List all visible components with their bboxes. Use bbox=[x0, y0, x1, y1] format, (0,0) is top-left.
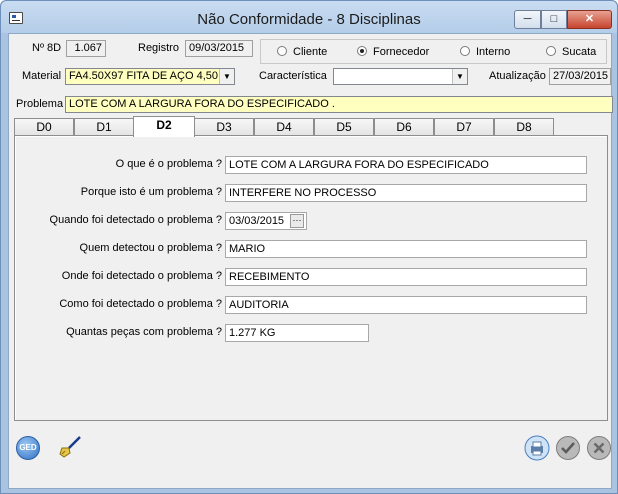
tab-d7[interactable]: D7 bbox=[434, 118, 494, 136]
problema-field[interactable]: LOTE COM A LARGURA FORA DO ESPECIFICADO … bbox=[65, 96, 613, 113]
material-dropdown-icon[interactable]: ▼ bbox=[219, 69, 234, 84]
ged-button[interactable]: GED bbox=[16, 436, 40, 460]
question-where: Onde foi detectado o problema ? bbox=[61, 270, 222, 282]
question-how: Como foi detectado o problema ? bbox=[59, 298, 222, 310]
question-how-many: Quantas peças com problema ? bbox=[66, 326, 222, 338]
answer-how-field[interactable]: AUDITORIA bbox=[225, 296, 587, 314]
caracteristica-select[interactable]: ▼ bbox=[333, 68, 468, 85]
n8d-field: 1.067 bbox=[66, 40, 106, 57]
radio-fornecedor-icon bbox=[357, 46, 367, 56]
brush-icon bbox=[59, 436, 81, 458]
answer-why-field[interactable]: INTERFERE NO PROCESSO bbox=[225, 184, 587, 202]
radio-sucata-icon bbox=[546, 46, 556, 56]
radio-fornecedor[interactable]: Fornecedor bbox=[357, 46, 429, 58]
brush-button[interactable] bbox=[56, 434, 84, 460]
radio-interno-label: Interno bbox=[476, 46, 511, 58]
atualizacao-label: Atualização bbox=[489, 70, 546, 82]
origin-radio-group: Cliente Fornecedor Interno Sucata bbox=[260, 39, 607, 64]
tab-d3[interactable]: D3 bbox=[194, 118, 254, 136]
question-why: Porque isto é um problema ? bbox=[80, 186, 222, 198]
question-who: Quem detectou o problema ? bbox=[79, 242, 222, 254]
d2-panel: O que é o problema ? LOTE COM A LARGURA … bbox=[14, 135, 608, 421]
radio-cliente-label: Cliente bbox=[293, 46, 328, 58]
answer-where-field[interactable]: RECEBIMENTO bbox=[225, 268, 587, 286]
cancel-button[interactable] bbox=[586, 435, 612, 461]
print-button[interactable] bbox=[524, 435, 550, 461]
check-icon bbox=[556, 436, 580, 460]
answer-when-field[interactable]: 03/03/2015 ··· bbox=[225, 212, 307, 230]
material-select[interactable]: FA4.50X97 FITA DE AÇO 4,50 ▼ bbox=[65, 68, 235, 85]
tab-d8[interactable]: D8 bbox=[494, 118, 554, 136]
close-window-button[interactable]: ✕ bbox=[567, 10, 612, 29]
minimize-button[interactable]: ─ bbox=[514, 10, 541, 29]
radio-interno[interactable]: Interno bbox=[460, 46, 510, 58]
confirm-button[interactable] bbox=[555, 435, 581, 461]
date-picker-button[interactable]: ··· bbox=[290, 214, 304, 228]
radio-cliente[interactable]: Cliente bbox=[277, 46, 327, 58]
maximize-button[interactable]: □ bbox=[541, 10, 567, 29]
material-value: FA4.50X97 FITA DE AÇO 4,50 bbox=[69, 70, 218, 82]
n8d-label: Nº 8D bbox=[32, 42, 62, 54]
form-body: Nº 8D 1.067 Registro 09/03/2015 Cliente … bbox=[8, 33, 613, 489]
question-when: Quando foi detectado o problema ? bbox=[49, 214, 222, 226]
tab-d4[interactable]: D4 bbox=[254, 118, 314, 136]
printer-icon bbox=[524, 435, 550, 461]
atualizacao-field: 27/03/2015 bbox=[549, 68, 611, 85]
caracteristica-label: Característica bbox=[259, 70, 327, 82]
radio-interno-icon bbox=[460, 46, 470, 56]
tab-d1[interactable]: D1 bbox=[74, 118, 134, 136]
registro-field: 09/03/2015 bbox=[185, 40, 253, 57]
cancel-icon bbox=[587, 436, 611, 460]
radio-sucata-label: Sucata bbox=[562, 46, 597, 58]
tab-d6[interactable]: D6 bbox=[374, 118, 434, 136]
question-what: O que é o problema ? bbox=[115, 158, 222, 170]
answer-who-field[interactable]: MARIO bbox=[225, 240, 587, 258]
radio-fornecedor-label: Fornecedor bbox=[373, 46, 430, 58]
tab-d2[interactable]: D2 bbox=[133, 116, 195, 137]
answer-what-field[interactable]: LOTE COM A LARGURA FORA DO ESPECIFICADO bbox=[225, 156, 587, 174]
material-label: Material bbox=[22, 70, 62, 82]
title-bar: Não Conformidade - 8 Disciplinas ─ □ ✕ bbox=[1, 1, 617, 33]
app-window: Não Conformidade - 8 Disciplinas ─ □ ✕ N… bbox=[0, 0, 618, 494]
tab-d0[interactable]: D0 bbox=[14, 118, 74, 136]
answer-how-many-field[interactable]: 1.277 KG bbox=[225, 324, 369, 342]
answer-when-value: 03/03/2015 bbox=[229, 215, 285, 227]
caracteristica-dropdown-icon[interactable]: ▼ bbox=[452, 69, 467, 84]
problema-label: Problema bbox=[16, 98, 64, 110]
radio-cliente-icon bbox=[277, 46, 287, 56]
radio-sucata[interactable]: Sucata bbox=[546, 46, 596, 58]
tab-d5[interactable]: D5 bbox=[314, 118, 374, 136]
registro-label: Registro bbox=[138, 42, 179, 54]
